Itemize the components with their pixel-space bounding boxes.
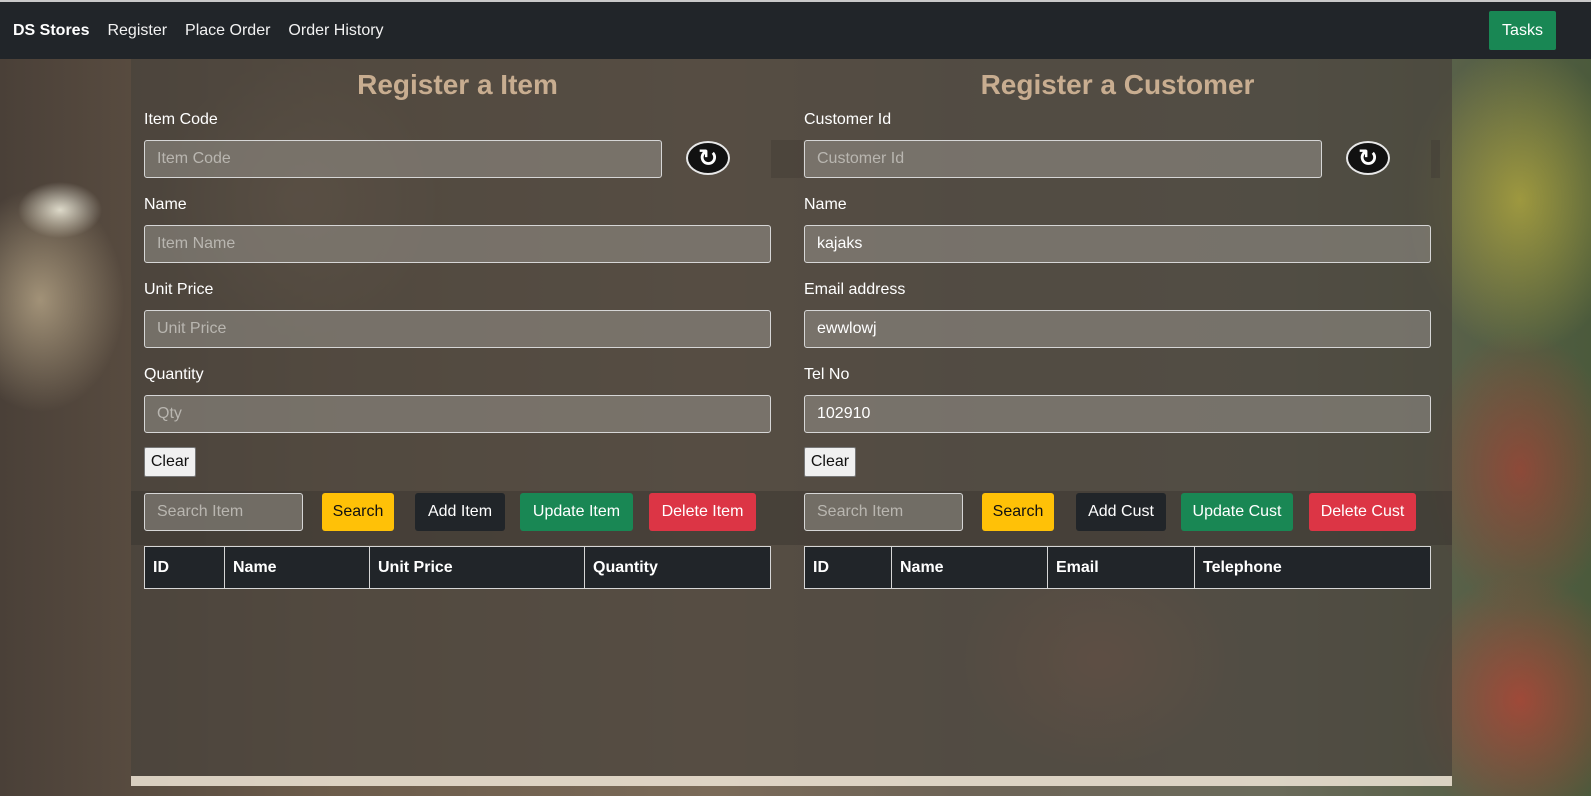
item-clear-button[interactable]: Clear bbox=[144, 447, 196, 477]
refresh-band bbox=[771, 140, 803, 178]
bottom-strip bbox=[131, 776, 1452, 786]
customer-clear-button[interactable]: Clear bbox=[804, 447, 856, 477]
register-panel: Register a Item Item Code Item Code ↻ Na… bbox=[131, 59, 1452, 776]
customer-name-input[interactable]: kajaks bbox=[804, 225, 1431, 263]
customer-id-label: Customer Id bbox=[804, 111, 892, 128]
item-name-label: Name bbox=[144, 196, 187, 213]
item-search-button[interactable]: Search bbox=[322, 493, 394, 531]
delete-item-button[interactable]: Delete Item bbox=[649, 493, 756, 531]
customer-search-button[interactable]: Search bbox=[982, 493, 1054, 531]
item-form-title: Register a Item bbox=[357, 69, 558, 100]
unit-price-input[interactable]: Unit Price bbox=[144, 310, 771, 348]
quantity-input[interactable]: Qty bbox=[144, 395, 771, 433]
tel-input[interactable]: 102910 bbox=[804, 395, 1431, 433]
refresh-icon[interactable]: ↻ bbox=[686, 141, 730, 175]
add-cust-button[interactable]: Add Cust bbox=[1076, 493, 1166, 531]
item-table: ID Name Unit Price Quantity bbox=[144, 546, 771, 589]
table-header-row: ID Name Unit Price Quantity bbox=[144, 546, 771, 589]
column-header-name: Name bbox=[224, 546, 370, 589]
column-header-unit-price: Unit Price bbox=[369, 546, 585, 589]
tasks-button[interactable]: Tasks bbox=[1489, 11, 1556, 50]
column-header-name: Name bbox=[891, 546, 1048, 589]
column-header-id: ID bbox=[144, 546, 225, 589]
tel-label: Tel No bbox=[804, 366, 850, 383]
item-code-label: Item Code bbox=[144, 111, 218, 128]
update-item-button[interactable]: Update Item bbox=[520, 493, 633, 531]
add-item-button[interactable]: Add Item bbox=[415, 493, 505, 531]
navbar: DS Stores Register Place Order Order His… bbox=[0, 2, 1591, 59]
customer-search-input[interactable]: Search Item bbox=[804, 493, 963, 531]
customer-id-input[interactable]: Customer Id bbox=[804, 140, 1322, 178]
quantity-label: Quantity bbox=[144, 366, 204, 383]
column-header-id: ID bbox=[804, 546, 892, 589]
item-code-input[interactable]: Item Code bbox=[144, 140, 662, 178]
customer-name-label: Name bbox=[804, 196, 847, 213]
refresh-icon[interactable]: ↻ bbox=[1346, 141, 1390, 175]
delete-cust-button[interactable]: Delete Cust bbox=[1309, 493, 1416, 531]
column-header-telephone: Telephone bbox=[1194, 546, 1431, 589]
nav-link-order-history[interactable]: Order History bbox=[288, 22, 383, 40]
table-header-row: ID Name Email Telephone bbox=[804, 546, 1431, 589]
item-search-input[interactable]: Search Item bbox=[144, 493, 303, 531]
brand-link[interactable]: DS Stores bbox=[13, 22, 89, 40]
refresh-band bbox=[1431, 140, 1440, 178]
customer-table: ID Name Email Telephone bbox=[804, 546, 1431, 589]
nav-link-register[interactable]: Register bbox=[107, 22, 167, 40]
item-name-input[interactable]: Item Name bbox=[144, 225, 771, 263]
email-input[interactable]: ewwlowj bbox=[804, 310, 1431, 348]
email-label: Email address bbox=[804, 281, 906, 298]
column-header-email: Email bbox=[1047, 546, 1195, 589]
customer-form-title: Register a Customer bbox=[980, 69, 1255, 100]
column-header-quantity: Quantity bbox=[584, 546, 771, 589]
nav-link-place-order[interactable]: Place Order bbox=[185, 22, 270, 40]
update-cust-button[interactable]: Update Cust bbox=[1181, 493, 1293, 531]
unit-price-label: Unit Price bbox=[144, 281, 214, 298]
